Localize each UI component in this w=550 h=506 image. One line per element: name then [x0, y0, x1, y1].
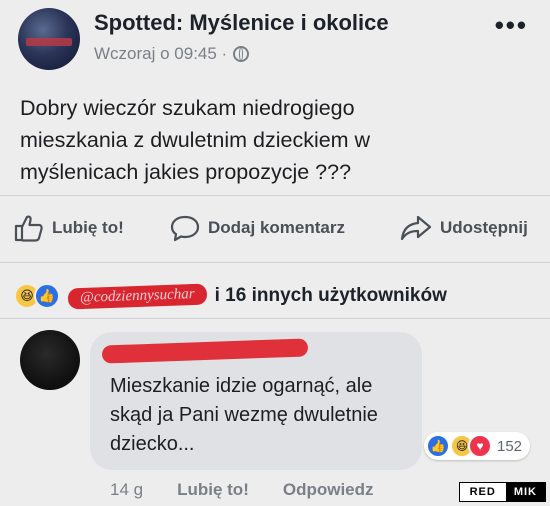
post-timestamp[interactable]: Wczoraj o 09:45 ·: [94, 44, 227, 64]
share-label: Udostępnij: [440, 218, 528, 237]
page-name[interactable]: Spotted: Myślenice i okolice: [94, 10, 389, 36]
love-reaction-icon: ♥: [468, 434, 492, 458]
tagged-user-redacted[interactable]: @codziennysuchar: [67, 283, 207, 309]
share-arrow-icon: [400, 215, 432, 241]
more-options-button[interactable]: •••: [495, 10, 528, 41]
comment-like-link[interactable]: Lubię to!: [177, 480, 249, 500]
comment-label: Dodaj komentarz: [208, 218, 345, 237]
post-text: Dobry wieczór szukam niedrogiego mieszka…: [20, 96, 371, 184]
comment-reaction-count: 152: [497, 437, 523, 455]
divider: [0, 195, 550, 196]
share-button[interactable]: Udostępnij: [400, 214, 528, 242]
commenter-avatar[interactable]: [20, 330, 80, 390]
reaction-others-text[interactable]: i 16 innych użytkowników: [215, 285, 447, 307]
watermark-left: RED: [459, 483, 506, 501]
thumbs-up-icon: [14, 215, 43, 242]
comment-button[interactable]: Dodaj komentarz: [170, 214, 345, 242]
watermark-logo: RED MIK: [458, 482, 546, 502]
like-button[interactable]: Lubię to!: [14, 214, 124, 242]
divider: [0, 262, 550, 263]
comment-reactions[interactable]: 👍 😆 ♥ 152: [424, 432, 531, 460]
facebook-post-card: Spotted: Myślenice i okolice Wczoraj o 0…: [0, 0, 550, 506]
globe-icon: [233, 46, 250, 62]
divider: [0, 318, 550, 319]
comment-reply-link[interactable]: Odpowiedz: [283, 480, 374, 500]
comment-bubble-icon: [170, 215, 200, 242]
comment-text: Mieszkanie idzie ogarnąć, ale skąd ja Pa…: [110, 375, 378, 455]
page-avatar[interactable]: [18, 8, 80, 70]
reactions-summary[interactable]: 😆 👍 @codziennysuchar i 16 innych użytkow…: [14, 283, 447, 309]
like-label: Lubię to!: [52, 218, 124, 237]
comment-meta: 14 g Lubię to! Odpowiedz: [110, 480, 374, 500]
watermark-right: MIK: [505, 483, 545, 501]
comment-age[interactable]: 14 g: [110, 480, 143, 500]
like-reaction-icon: 👍: [426, 434, 450, 458]
like-reaction-icon: 👍: [34, 283, 60, 309]
post-meta: Wczoraj o 09:45 ·: [94, 44, 250, 64]
